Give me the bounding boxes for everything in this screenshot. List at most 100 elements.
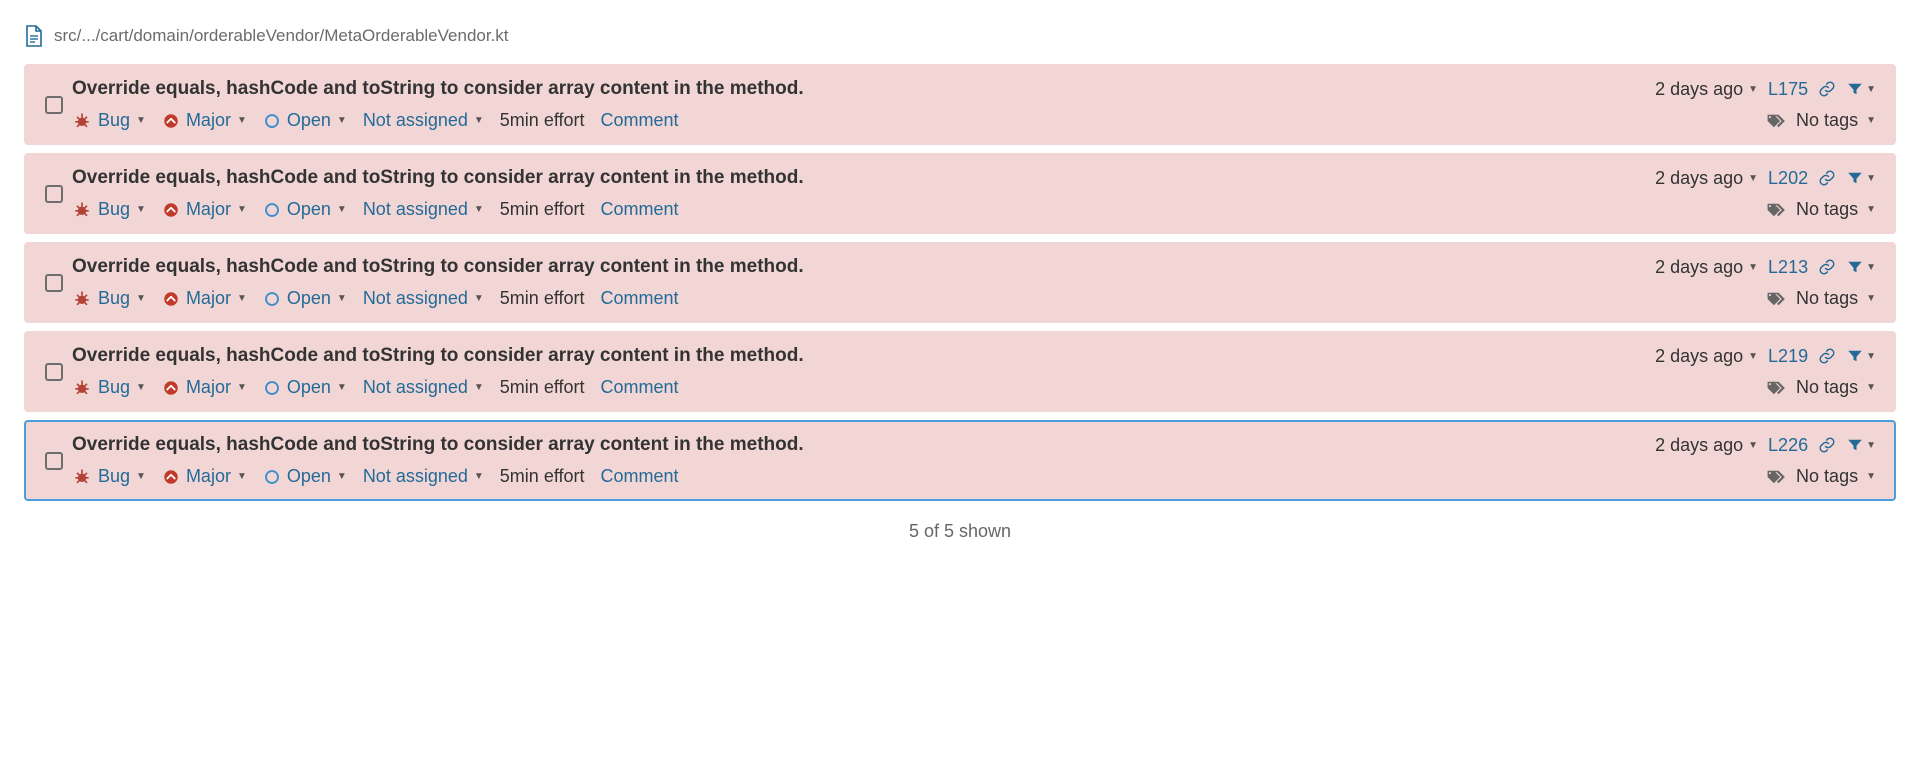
- issue-card[interactable]: Override equals, hashCode and toString t…: [24, 64, 1896, 145]
- severity-major-icon: [162, 201, 180, 219]
- issue-severity-dropdown[interactable]: Major ▼: [162, 288, 247, 309]
- issue-attributes: Bug ▼ Major ▼: [72, 288, 679, 309]
- issue-type-label: Bug: [98, 466, 130, 487]
- issue-age-text: 2 days ago: [1655, 257, 1743, 278]
- permalink-icon[interactable]: [1818, 347, 1836, 365]
- issue-assignee-dropdown[interactable]: Not assigned ▼: [363, 288, 484, 309]
- issue-tags-dropdown[interactable]: No tags ▼: [1766, 466, 1876, 487]
- issue-severity-dropdown[interactable]: Major ▼: [162, 110, 247, 131]
- permalink-icon[interactable]: [1818, 169, 1836, 187]
- issue-body: Override equals, hashCode and toString t…: [72, 434, 1876, 487]
- issue-severity-dropdown[interactable]: Major ▼: [162, 466, 247, 487]
- severity-major-icon: [162, 112, 180, 130]
- issue-status-dropdown[interactable]: Open ▼: [263, 110, 347, 131]
- issue-checkbox[interactable]: [45, 96, 63, 114]
- permalink-icon[interactable]: [1818, 80, 1836, 98]
- issue-tags-dropdown[interactable]: No tags ▼: [1766, 110, 1876, 131]
- issue-card[interactable]: Override equals, hashCode and toString t…: [24, 420, 1896, 501]
- caret-down-icon: ▼: [1748, 173, 1758, 184]
- caret-down-icon: ▼: [474, 471, 484, 482]
- issue-type-dropdown[interactable]: Bug ▼: [72, 110, 146, 131]
- issue-checkbox[interactable]: [45, 363, 63, 381]
- caret-down-icon: ▼: [136, 471, 146, 482]
- issue-title[interactable]: Override equals, hashCode and toString t…: [72, 78, 804, 100]
- issue-age-text: 2 days ago: [1655, 435, 1743, 456]
- permalink-icon[interactable]: [1818, 258, 1836, 276]
- issue-comment-link[interactable]: Comment: [601, 110, 679, 131]
- issue-severity-dropdown[interactable]: Major ▼: [162, 377, 247, 398]
- caret-down-icon: ▼: [237, 204, 247, 215]
- issue-assignee-dropdown[interactable]: Not assigned ▼: [363, 466, 484, 487]
- tags-icon: [1766, 468, 1788, 486]
- issue-status-dropdown[interactable]: Open ▼: [263, 288, 347, 309]
- caret-down-icon: ▼: [474, 382, 484, 393]
- caret-down-icon: ▼: [237, 382, 247, 393]
- issue-age-dropdown[interactable]: 2 days ago ▼: [1655, 435, 1758, 456]
- issue-age-dropdown[interactable]: 2 days ago ▼: [1655, 79, 1758, 100]
- issue-comment-link[interactable]: Comment: [601, 199, 679, 220]
- issue-card[interactable]: Override equals, hashCode and toString t…: [24, 153, 1896, 234]
- issue-severity-label: Major: [186, 288, 231, 309]
- issue-assignee-dropdown[interactable]: Not assigned ▼: [363, 110, 484, 131]
- issue-title[interactable]: Override equals, hashCode and toString t…: [72, 434, 804, 456]
- issue-tags-dropdown[interactable]: No tags ▼: [1766, 288, 1876, 309]
- issue-tags-dropdown[interactable]: No tags ▼: [1766, 199, 1876, 220]
- caret-down-icon: ▼: [237, 471, 247, 482]
- issue-assignee-dropdown[interactable]: Not assigned ▼: [363, 199, 484, 220]
- issue-line-link[interactable]: L175: [1768, 79, 1808, 100]
- issue-type-dropdown[interactable]: Bug ▼: [72, 377, 146, 398]
- caret-down-icon: ▼: [1866, 262, 1876, 273]
- issue-tags-label: No tags: [1796, 110, 1858, 131]
- issue-line-link[interactable]: L219: [1768, 346, 1808, 367]
- issue-comment-link[interactable]: Comment: [601, 466, 679, 487]
- issue-age-dropdown[interactable]: 2 days ago ▼: [1655, 168, 1758, 189]
- checkbox-column: [36, 434, 72, 487]
- issue-card[interactable]: Override equals, hashCode and toString t…: [24, 242, 1896, 323]
- issue-severity-dropdown[interactable]: Major ▼: [162, 199, 247, 220]
- issue-line-link[interactable]: L213: [1768, 257, 1808, 278]
- issue-line-link[interactable]: L202: [1768, 168, 1808, 189]
- issue-title[interactable]: Override equals, hashCode and toString t…: [72, 256, 804, 278]
- issue-row-top: Override equals, hashCode and toString t…: [72, 78, 1876, 100]
- issue-assignee-dropdown[interactable]: Not assigned ▼: [363, 377, 484, 398]
- results-footer: 5 of 5 shown: [24, 521, 1896, 542]
- issue-line-link[interactable]: L226: [1768, 435, 1808, 456]
- filter-icon: [1846, 80, 1864, 98]
- issue-meta-right: 2 days ago ▼ L219: [1655, 346, 1876, 367]
- issue-title[interactable]: Override equals, hashCode and toString t…: [72, 167, 804, 189]
- issue-filter-dropdown[interactable]: ▼: [1846, 258, 1876, 276]
- issue-comment-link[interactable]: Comment: [601, 377, 679, 398]
- issue-filter-dropdown[interactable]: ▼: [1846, 436, 1876, 454]
- issue-status-dropdown[interactable]: Open ▼: [263, 377, 347, 398]
- issue-status-dropdown[interactable]: Open ▼: [263, 199, 347, 220]
- issue-checkbox[interactable]: [45, 452, 63, 470]
- issue-filter-dropdown[interactable]: ▼: [1846, 80, 1876, 98]
- caret-down-icon: ▼: [237, 293, 247, 304]
- severity-major-icon: [162, 290, 180, 308]
- issue-assignee-label: Not assigned: [363, 199, 468, 220]
- issue-checkbox[interactable]: [45, 274, 63, 292]
- issue-filter-dropdown[interactable]: ▼: [1846, 347, 1876, 365]
- permalink-icon[interactable]: [1818, 436, 1836, 454]
- file-path[interactable]: src/.../cart/domain/orderableVendor/Meta…: [54, 26, 509, 46]
- issue-tags-dropdown[interactable]: No tags ▼: [1766, 377, 1876, 398]
- issue-comment-link[interactable]: Comment: [601, 288, 679, 309]
- issue-title[interactable]: Override equals, hashCode and toString t…: [72, 345, 804, 367]
- issue-row-bottom: Bug ▼ Major ▼: [72, 199, 1876, 220]
- bug-icon: [72, 200, 92, 220]
- issue-card[interactable]: Override equals, hashCode and toString t…: [24, 331, 1896, 412]
- issue-checkbox[interactable]: [45, 185, 63, 203]
- issue-age-dropdown[interactable]: 2 days ago ▼: [1655, 257, 1758, 278]
- issue-tags-label: No tags: [1796, 466, 1858, 487]
- issue-type-dropdown[interactable]: Bug ▼: [72, 466, 146, 487]
- issue-type-dropdown[interactable]: Bug ▼: [72, 199, 146, 220]
- issue-status-dropdown[interactable]: Open ▼: [263, 466, 347, 487]
- issue-age-dropdown[interactable]: 2 days ago ▼: [1655, 346, 1758, 367]
- issue-type-dropdown[interactable]: Bug ▼: [72, 288, 146, 309]
- issue-filter-dropdown[interactable]: ▼: [1846, 169, 1876, 187]
- issue-effort: 5min effort: [500, 199, 585, 220]
- issue-effort: 5min effort: [500, 288, 585, 309]
- issue-status-label: Open: [287, 110, 331, 131]
- issue-row-bottom: Bug ▼ Major ▼: [72, 288, 1876, 309]
- caret-down-icon: ▼: [1866, 204, 1876, 215]
